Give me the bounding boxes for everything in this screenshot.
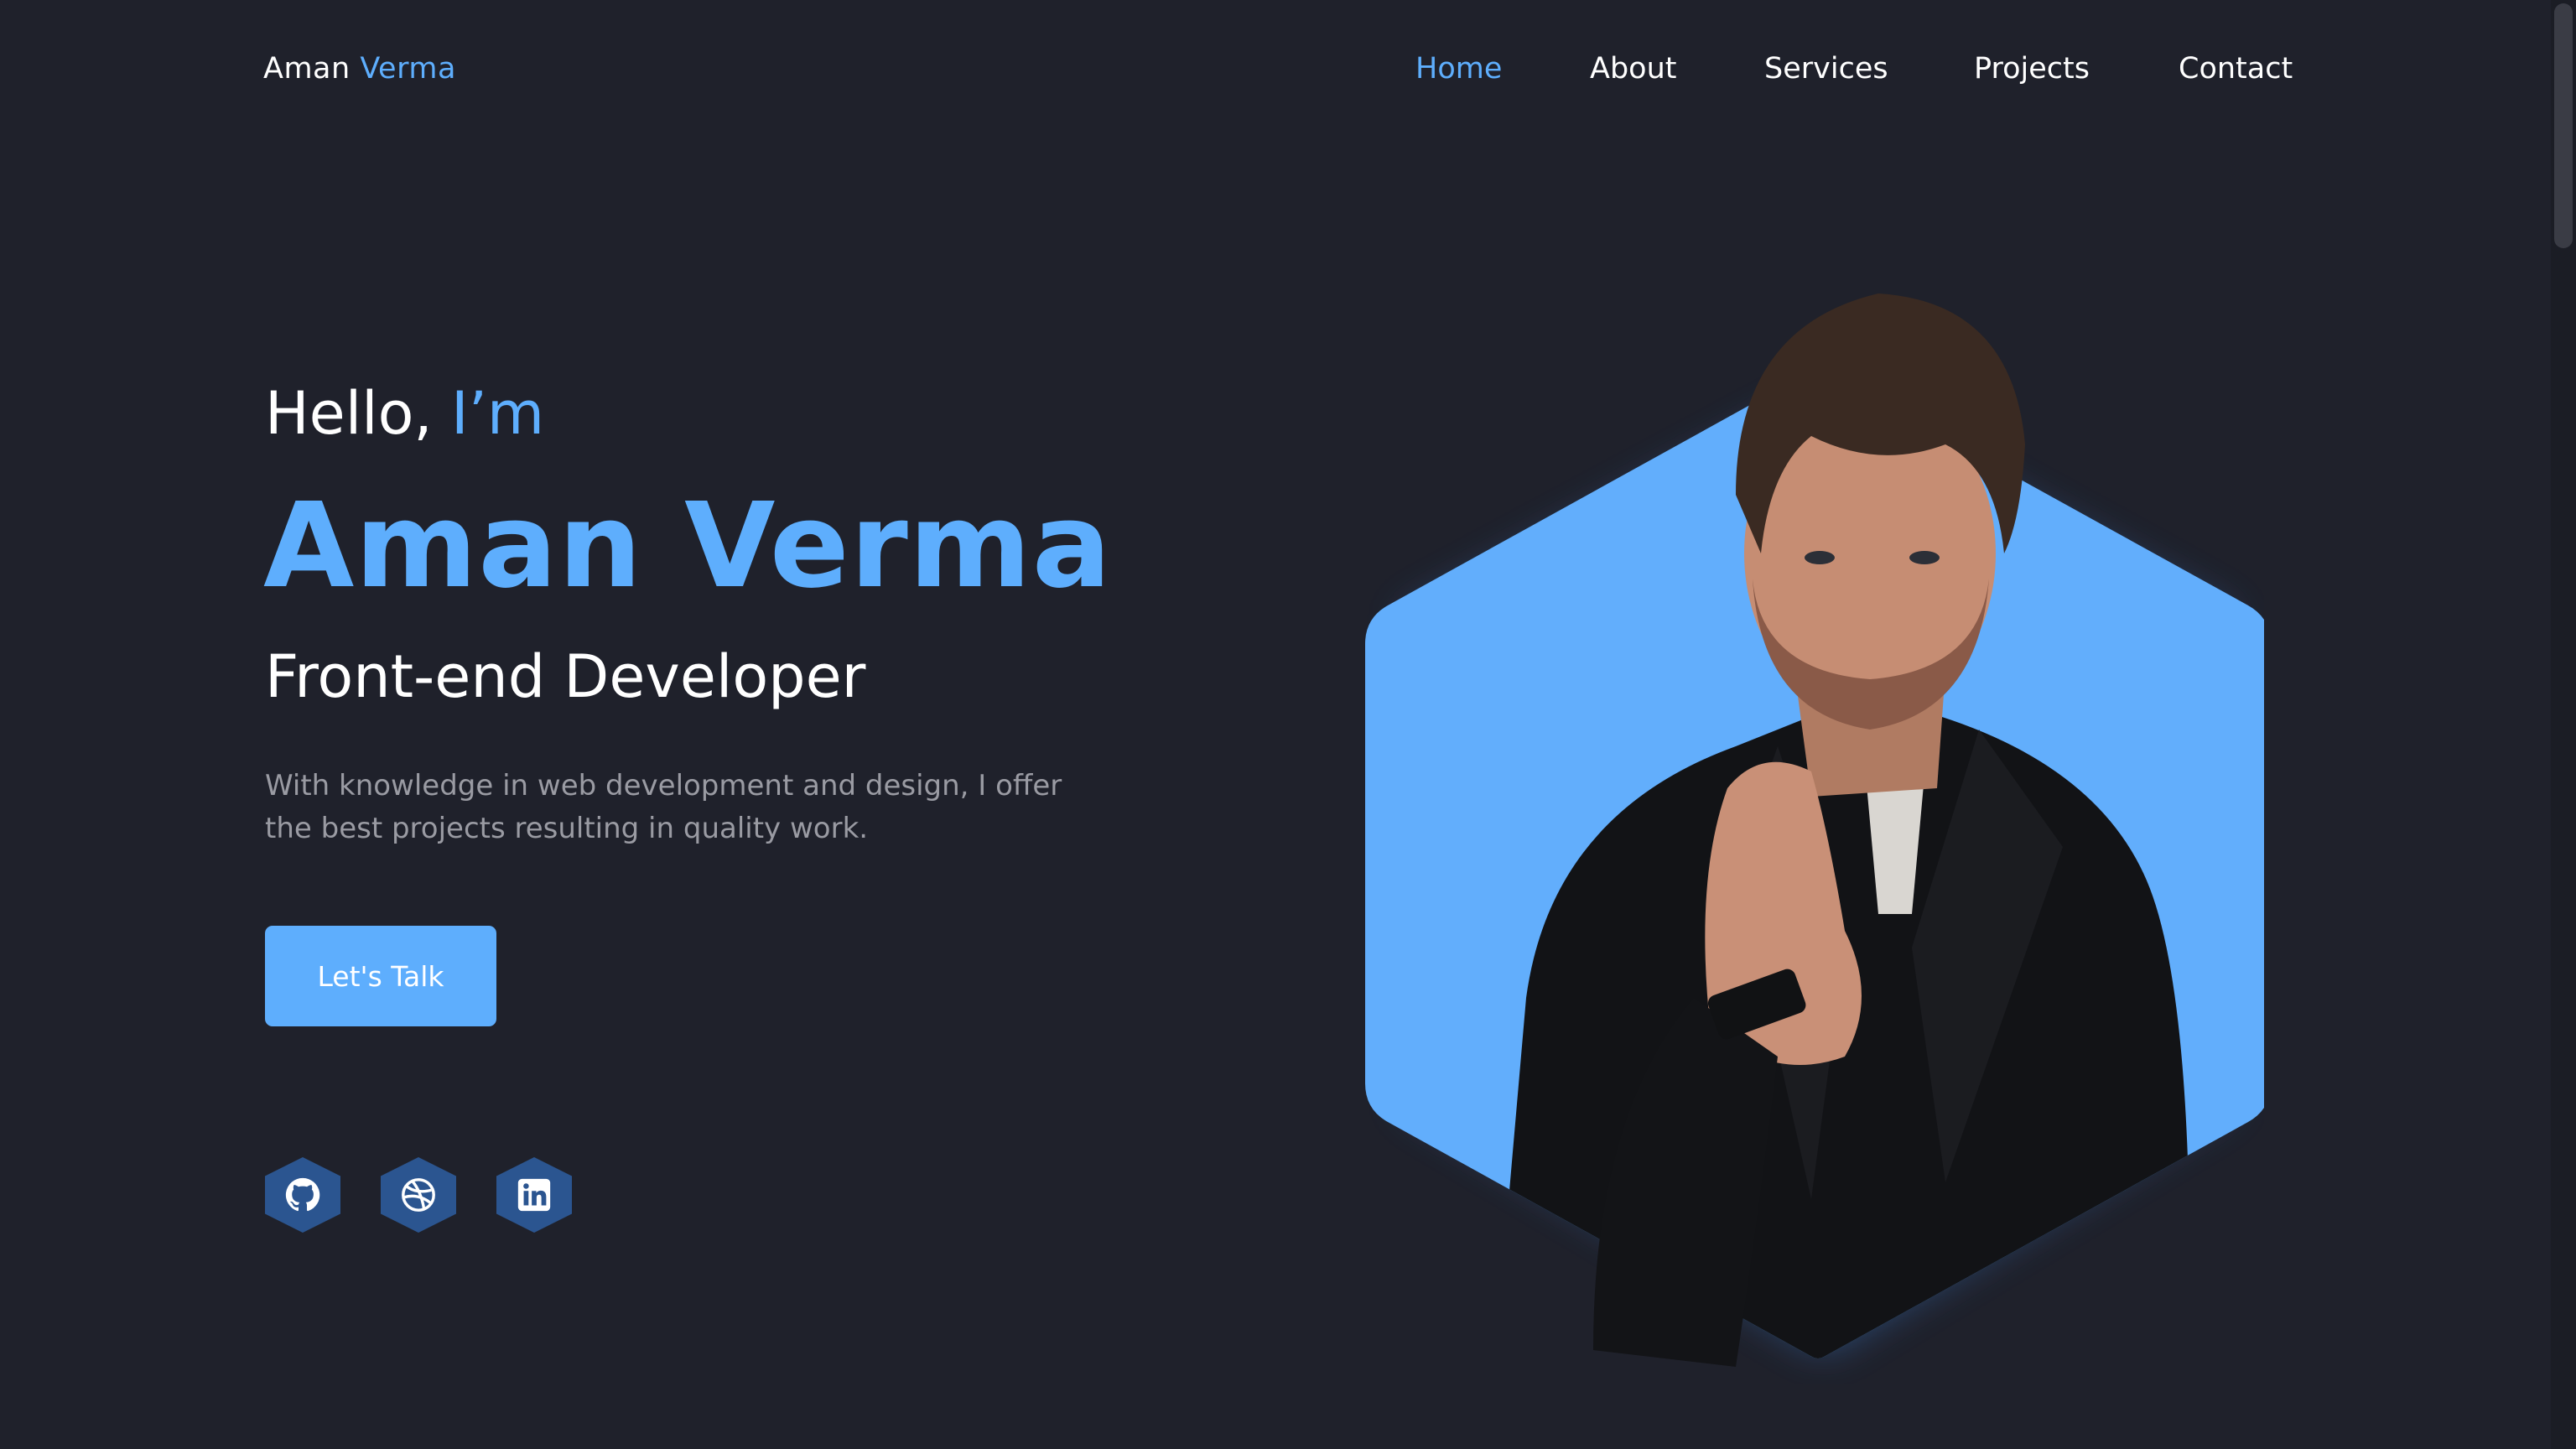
nav-home[interactable]: Home: [1415, 52, 1502, 86]
linkedin-icon: [517, 1178, 551, 1212]
person-illustration: [1493, 293, 2190, 1367]
description-line-1: With knowledge in web development and de…: [265, 769, 1062, 802]
site-logo[interactable]: Aman Verma: [263, 52, 456, 86]
github-link[interactable]: [265, 1157, 340, 1233]
scrollbar-thumb[interactable]: [2554, 3, 2573, 248]
page: Aman Verma Home About Services Projects …: [0, 0, 2576, 1449]
dribbble-icon: [402, 1178, 435, 1212]
github-icon: [285, 1177, 320, 1212]
logo-last-name: Verma: [360, 52, 456, 86]
dribbble-link[interactable]: [381, 1157, 456, 1233]
hero-role: Front-end Developer: [265, 642, 866, 711]
linkedin-link[interactable]: [496, 1157, 572, 1233]
hero-description: With knowledge in web development and de…: [265, 765, 1104, 850]
greeting-accent: I’m: [450, 379, 545, 448]
nav-contact[interactable]: Contact: [2179, 52, 2293, 86]
nav-services[interactable]: Services: [1764, 52, 1888, 86]
lets-talk-button[interactable]: Let's Talk: [265, 926, 496, 1026]
page-scrollbar[interactable]: [2551, 0, 2576, 1449]
nav-about[interactable]: About: [1590, 52, 1676, 86]
profile-image: [1365, 293, 2264, 1367]
greeting-text: Hello,: [265, 379, 433, 448]
hero-greeting: Hello, I’m: [265, 379, 544, 448]
hero-name: Aman Verma: [263, 478, 1113, 615]
logo-first-name: Aman: [263, 52, 351, 86]
nav-projects[interactable]: Projects: [1974, 52, 2090, 86]
description-line-2: the best projects resulting in quality w…: [265, 812, 869, 845]
